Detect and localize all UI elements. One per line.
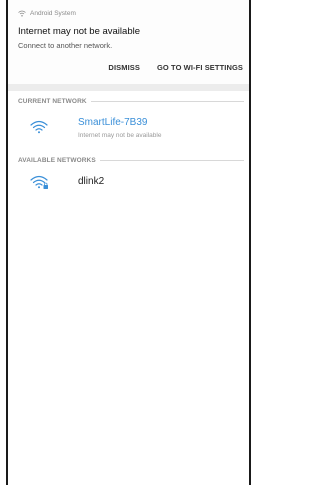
notification-title: Internet may not be available	[18, 26, 140, 37]
current-network-row[interactable]: SmartLife-7B39 Internet may not be avail…	[8, 114, 249, 144]
current-network-rule	[90, 101, 244, 102]
dismiss-button[interactable]: DISMISS	[108, 63, 140, 72]
network-item[interactable]: dlink2	[8, 168, 249, 198]
network-name: dlink2	[78, 176, 105, 187]
available-networks-label: AVAILABLE NETWORKS	[18, 157, 96, 164]
current-network-header: CURRENT NETWORK	[18, 98, 244, 105]
wifi-alert-icon	[18, 10, 26, 17]
go-to-wifi-settings-button[interactable]: GO TO WI-FI SETTINGS	[157, 63, 243, 72]
notification-actions: DISMISS GO TO WI-FI SETTINGS	[108, 63, 243, 72]
notification-card[interactable]: Android System Internet may not be avail…	[8, 0, 249, 84]
screen-frame: Android System Internet may not be avail…	[6, 0, 251, 485]
notification-divider	[8, 84, 249, 91]
wifi-icon	[30, 120, 48, 134]
available-networks-rule	[99, 160, 244, 161]
available-networks-header: AVAILABLE NETWORKS	[18, 157, 244, 164]
current-network-status: Internet may not be available	[78, 132, 162, 139]
current-network-label: CURRENT NETWORK	[18, 98, 87, 105]
notification-app-name: Android System	[30, 10, 76, 17]
current-network-name: SmartLife-7B39	[78, 117, 148, 128]
notification-app-header: Android System	[18, 10, 76, 17]
wifi-locked-icon	[30, 175, 48, 189]
notification-text: Connect to another network.	[18, 41, 113, 50]
